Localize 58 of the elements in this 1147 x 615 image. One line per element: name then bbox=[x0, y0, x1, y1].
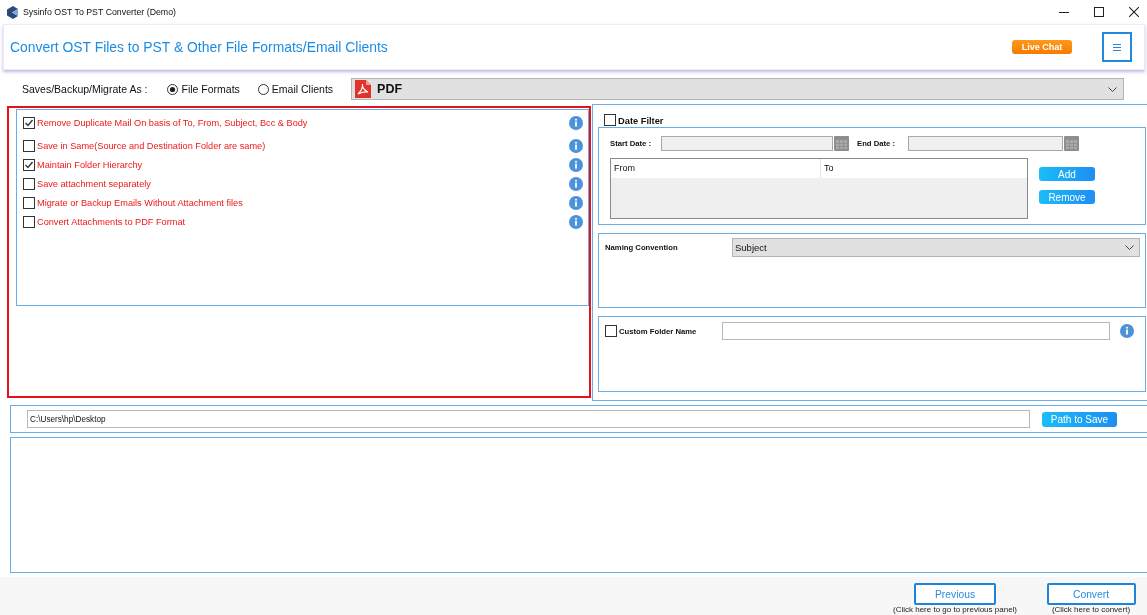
option-label[interactable]: Migrate or Backup Emails Without Attachment files bbox=[37, 197, 243, 208]
checkbox[interactable] bbox=[23, 196, 35, 209]
close-icon[interactable] bbox=[1129, 7, 1139, 17]
radio-button[interactable] bbox=[257, 83, 269, 95]
button-hint: (Click here to go to previous panel) bbox=[892, 606, 1018, 614]
menu-button[interactable] bbox=[1102, 32, 1132, 62]
checkbox[interactable] bbox=[23, 215, 35, 228]
save-as-label: Saves/Backup/Migrate As : bbox=[22, 83, 148, 95]
window-title: Sysinfo OST To PST Converter (Demo) bbox=[23, 7, 177, 17]
minimize-icon[interactable] bbox=[1059, 11, 1069, 13]
radio-label[interactable]: File Formats bbox=[181, 83, 240, 95]
checkbox[interactable] bbox=[604, 114, 616, 126]
format-value: PDF bbox=[377, 82, 403, 96]
custom-folder-field[interactable] bbox=[722, 322, 1111, 340]
calendar-icon[interactable] bbox=[1064, 136, 1080, 151]
info-icon[interactable] bbox=[569, 176, 583, 191]
previous-button[interactable]: Previous bbox=[914, 583, 996, 605]
start-date-field[interactable] bbox=[661, 136, 833, 151]
chevron-down-icon[interactable] bbox=[1108, 86, 1117, 92]
convert-button[interactable]: Convert bbox=[1046, 583, 1136, 605]
info-icon[interactable] bbox=[569, 138, 583, 153]
option-label[interactable]: Save attachment separately bbox=[37, 178, 151, 189]
live-chat-button[interactable]: Live Chat bbox=[1012, 40, 1072, 54]
maximize-icon[interactable] bbox=[1094, 7, 1104, 17]
remove-button[interactable]: Remove bbox=[1039, 190, 1095, 204]
end-date-field[interactable] bbox=[908, 136, 1064, 151]
path-value: C:\Users\hp\Desktop bbox=[30, 414, 106, 424]
info-icon[interactable] bbox=[569, 157, 583, 172]
chevron-down-icon[interactable] bbox=[1125, 245, 1134, 250]
menu-icon bbox=[1113, 43, 1121, 51]
button-hint: (Click here to convert) bbox=[1051, 606, 1131, 614]
option-label[interactable]: Save in Same(Source and Destination Folder are same) bbox=[37, 140, 266, 151]
checkbox[interactable] bbox=[23, 139, 35, 152]
option-label[interactable]: Remove Duplicate Mail On basis of To, From, Subject, Bcc & Body bbox=[37, 117, 308, 128]
add-button[interactable]: Add bbox=[1039, 167, 1095, 181]
naming-convention-dropdown[interactable]: Subject bbox=[732, 238, 1140, 257]
column-header: To bbox=[820, 159, 834, 178]
info-icon[interactable] bbox=[569, 195, 583, 210]
checkbox[interactable] bbox=[23, 177, 35, 190]
path-field[interactable]: C:\Users\hp\Desktop bbox=[27, 410, 1030, 428]
info-icon[interactable] bbox=[569, 214, 583, 229]
column-header: From bbox=[613, 162, 636, 175]
format-dropdown[interactable]: PDF bbox=[351, 78, 1124, 100]
radio-button[interactable] bbox=[167, 83, 179, 95]
pdf-file-icon bbox=[355, 80, 372, 98]
info-icon[interactable] bbox=[1120, 324, 1135, 338]
app-logo-icon bbox=[7, 5, 18, 19]
option-label[interactable]: Convert Attachments to PDF Format bbox=[37, 216, 186, 227]
header-title: Convert OST Files to PST & Other File Formats/Email Clients bbox=[10, 39, 388, 55]
info-icon[interactable] bbox=[569, 115, 583, 130]
checkbox[interactable] bbox=[605, 325, 617, 337]
option-label[interactable]: Maintain Folder Hierarchy bbox=[37, 159, 143, 170]
radio-label[interactable]: Email Clients bbox=[271, 83, 334, 95]
dropdown-value: Subject bbox=[735, 242, 767, 253]
path-to-save-button[interactable]: Path to Save bbox=[1042, 411, 1117, 427]
checkbox[interactable] bbox=[23, 116, 35, 129]
date-filter-label[interactable]: Date Filter bbox=[618, 116, 664, 126]
checkbox[interactable] bbox=[23, 158, 35, 171]
